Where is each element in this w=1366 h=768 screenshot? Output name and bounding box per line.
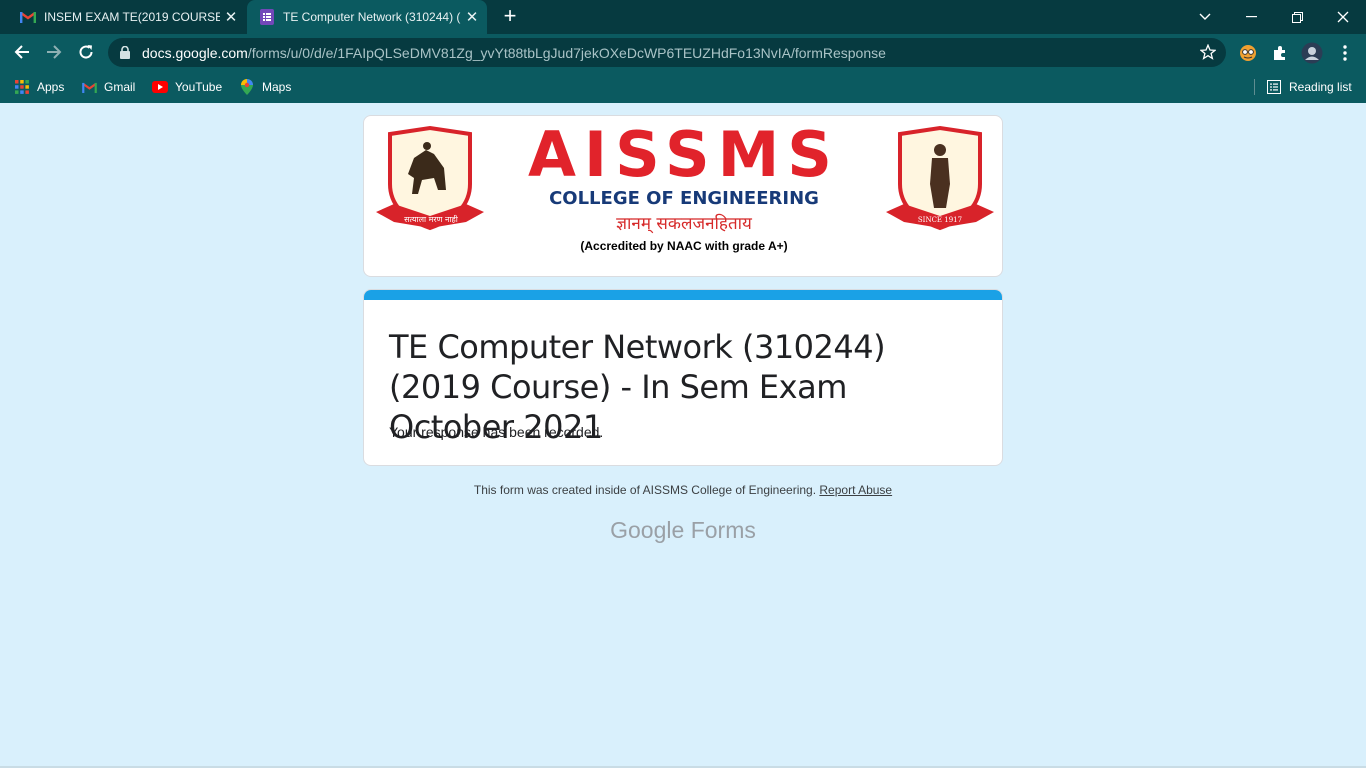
reading-list-button[interactable]: Reading list (1266, 77, 1352, 97)
new-tab-icon[interactable]: + (498, 5, 522, 29)
google-forms-logo[interactable]: Google Forms (363, 517, 1003, 544)
reading-list-icon (1266, 79, 1282, 95)
url-path: /forms/u/0/d/e/1FAIpQLSeDMV81Zg_yvYt88tb… (247, 44, 886, 61)
forms-wordmark: Forms (690, 517, 756, 543)
bookmark-star-icon[interactable] (1199, 43, 1217, 60)
extensions-puzzle-icon[interactable] (1269, 42, 1291, 64)
tab-forms-active[interactable]: TE Computer Network (310244) ( ✕ (247, 0, 487, 34)
address-bar[interactable]: docs.google.com/forms/u/0/d/e/1FAIpQLSeD… (108, 38, 1226, 67)
tab-search-chevron-icon[interactable] (1182, 0, 1228, 34)
tab-title: INSEM EXAM TE(2019 COURSE): ( (44, 10, 220, 24)
gmail-icon (81, 79, 97, 95)
url-host: docs.google.com (142, 44, 248, 61)
form-footer: This form was created inside of AISSMS C… (363, 483, 1003, 497)
footer-text: This form was created inside of AISSMS C… (473, 483, 817, 497)
reload-icon[interactable] (72, 38, 100, 66)
bookmark-label: YouTube (175, 80, 223, 94)
restore-icon[interactable] (1274, 0, 1320, 34)
form-response-card: TE Computer Network (310244) (2019 Cours… (363, 289, 1003, 466)
bookmark-label: Maps (262, 80, 292, 94)
tab-title: TE Computer Network (310244) ( (283, 10, 461, 24)
bookmark-gmail[interactable]: Gmail (81, 77, 135, 97)
menu-kebab-icon[interactable] (1334, 42, 1356, 64)
profile-avatar-icon[interactable] (1301, 42, 1323, 64)
forward-arrow-icon[interactable] (40, 38, 68, 66)
tab-strip: INSEM EXAM TE(2019 COURSE): ( ✕ TE Compu… (0, 0, 1366, 34)
bookmarks-separator (1254, 79, 1255, 95)
google-wordmark: Google (610, 517, 685, 543)
youtube-icon (152, 79, 168, 95)
extension-face-icon[interactable] (1237, 42, 1259, 64)
bookmark-maps[interactable]: Maps (239, 77, 291, 97)
gmail-icon (20, 9, 36, 25)
minimize-icon[interactable] (1228, 0, 1274, 34)
maps-pin-icon (239, 79, 255, 95)
right-crest-ribbon: SINCE 1917 (917, 216, 963, 224)
bookmark-youtube[interactable]: YouTube (152, 77, 222, 97)
bookmark-label: Gmail (104, 80, 136, 94)
close-window-icon[interactable] (1320, 0, 1366, 34)
tab-close-icon[interactable]: ✕ (220, 8, 242, 26)
response-confirmation: Your response has been recorded. (389, 424, 604, 440)
bookmarks-bar: Apps Gmail YouTube Maps Reading list (0, 71, 1366, 103)
bookmark-label: Apps (37, 80, 65, 94)
lock-icon[interactable] (120, 46, 134, 60)
reading-list-label: Reading list (1289, 80, 1352, 94)
bookmark-apps[interactable]: Apps (14, 77, 64, 97)
url-text: docs.google.com/forms/u/0/d/e/1FAIpQLSeD… (142, 45, 886, 61)
tab-gmail[interactable]: INSEM EXAM TE(2019 COURSE): ( ✕ (8, 0, 246, 34)
back-arrow-icon[interactable] (8, 38, 36, 66)
tab-close-icon[interactable]: ✕ (461, 8, 483, 26)
apps-grid-icon (14, 79, 30, 95)
college-accreditation: (Accredited by NAAC with grade A+) (580, 239, 788, 253)
report-abuse-link[interactable]: Report Abuse (819, 483, 892, 497)
college-banner: सत्याला मरण नाही AISSMS COLLEGE OF ENGIN… (363, 115, 1003, 277)
browser-toolbar: docs.google.com/forms/u/0/d/e/1FAIpQLSeD… (0, 34, 1366, 71)
card-accent-bar (364, 290, 1002, 300)
forms-icon (259, 9, 275, 25)
